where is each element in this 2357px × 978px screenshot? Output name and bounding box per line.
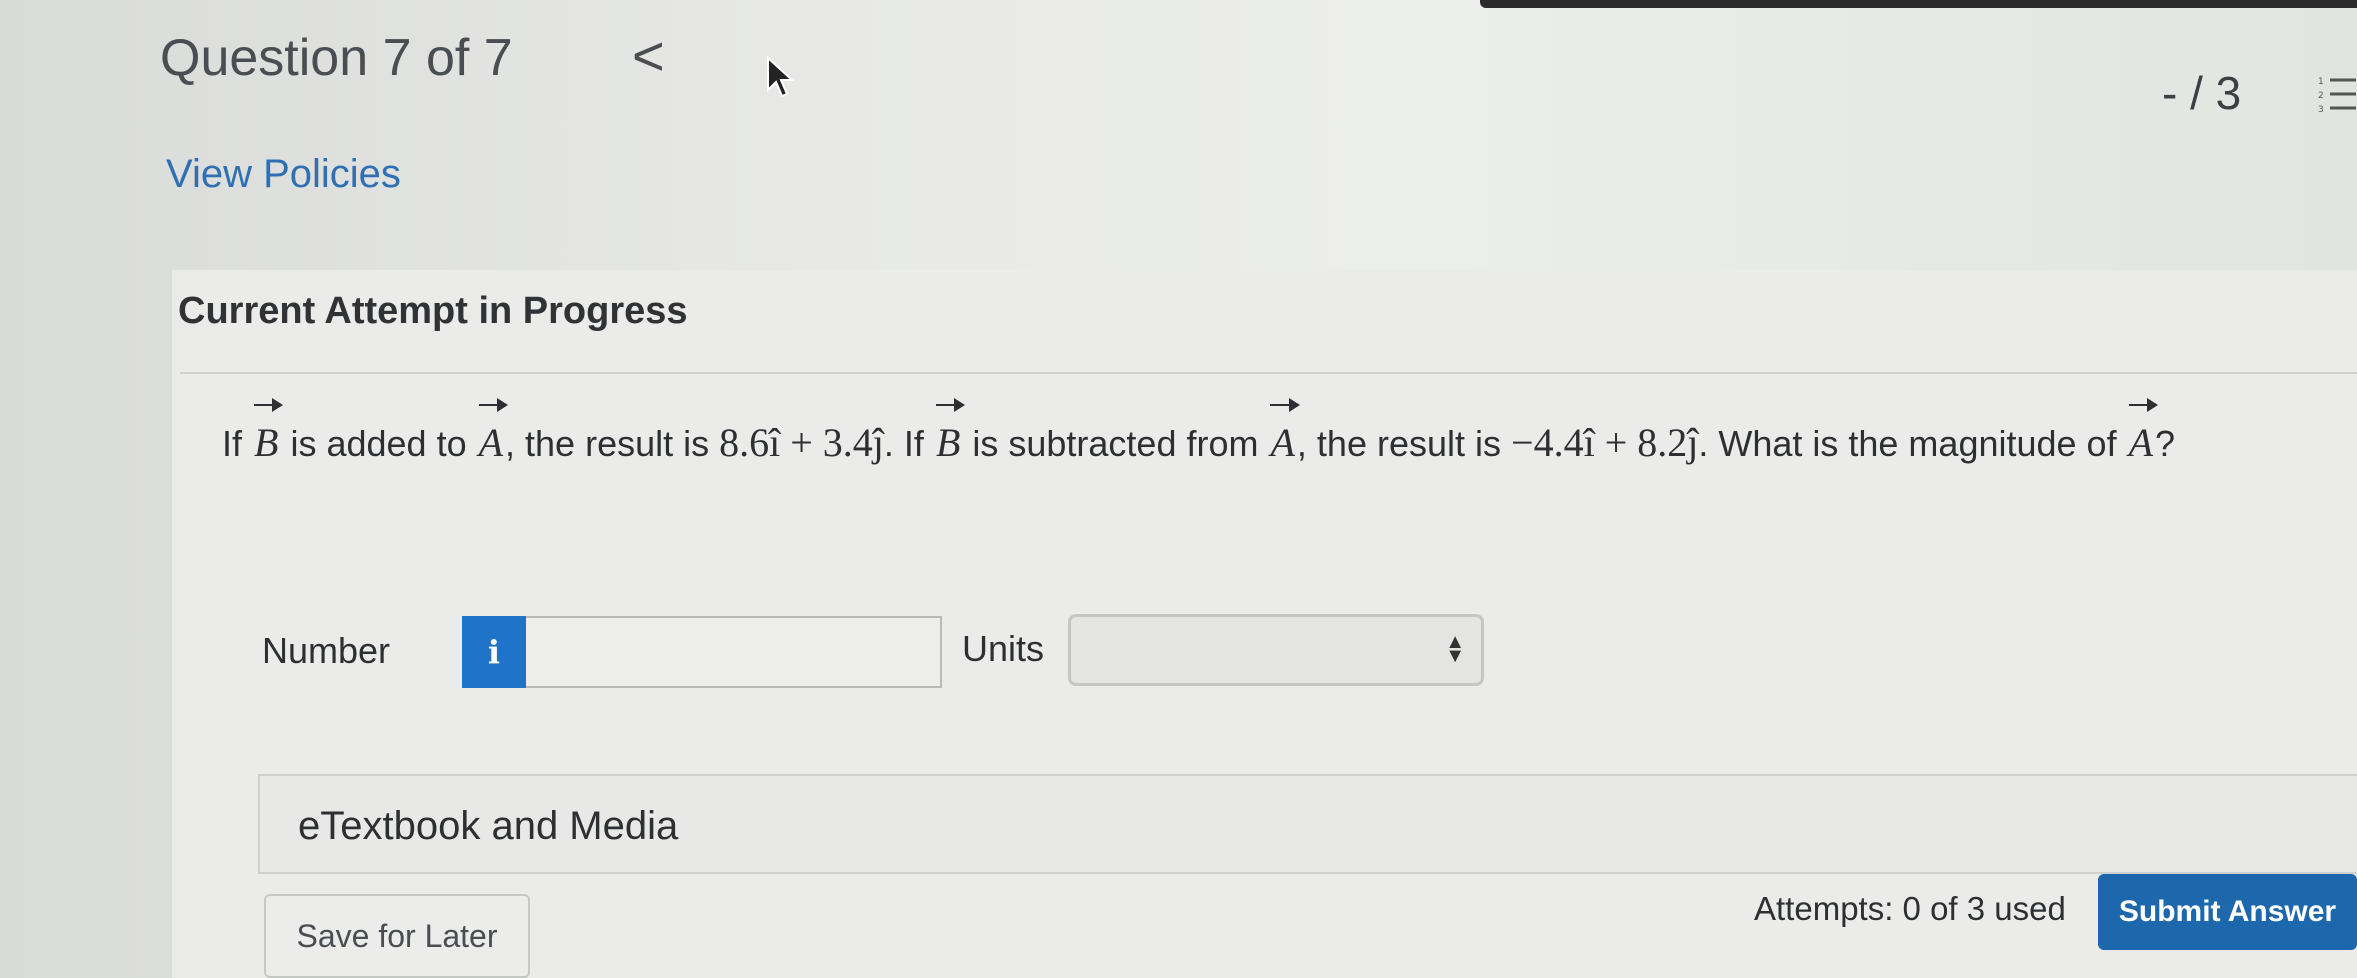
vector-a: A [1268, 398, 1301, 478]
svg-text:1: 1 [2318, 77, 2324, 87]
etextbook-panel[interactable]: eTextbook and Media [258, 774, 2357, 874]
question-text-part: , the result is [505, 423, 720, 464]
vector-b: B [934, 398, 966, 478]
numbered-list-icon[interactable]: 1 2 3 [2316, 74, 2356, 114]
score-display: - / 3 [2162, 67, 2242, 119]
math-sum: 8.6î + 3.4ĵ [719, 420, 884, 465]
number-label: Number [262, 630, 391, 671]
units-select[interactable]: ▲ ▼ [1068, 614, 1484, 686]
window-edge [1480, 0, 2357, 8]
svg-text:2: 2 [2318, 91, 2324, 101]
info-icon[interactable]: i [462, 616, 526, 688]
question-text-part: is added to [280, 423, 477, 464]
question-text-part: . If [883, 423, 934, 464]
attempt-title: Current Attempt in Progress [178, 290, 688, 332]
question-text-part: . What is the magnitude of [1698, 423, 2127, 464]
question-text-part: If [222, 423, 253, 464]
submit-answer-button[interactable]: Submit Answer [2098, 874, 2357, 950]
number-input[interactable] [526, 616, 942, 688]
vector-b: B [252, 398, 284, 478]
view-policies-link[interactable]: View Policies [166, 152, 401, 197]
save-for-later-button[interactable]: Save for Later [264, 894, 530, 978]
question-text: If B is added to A, the result is 8.6î +… [222, 398, 2176, 479]
select-arrows-icon: ▲ ▼ [1445, 631, 1465, 667]
page: Question 7 of 7 < - / 3 1 2 3 View Polic… [0, 0, 2357, 978]
divider [180, 372, 2357, 374]
attempts-counter: Attempts: 0 of 3 used [1754, 890, 2066, 927]
vector-a: A [477, 398, 509, 478]
question-text-part: is subtracted from [962, 423, 1269, 464]
math-difference: −4.4î + 8.2ĵ [1511, 420, 1699, 465]
question-text-part: , the result is [1296, 423, 1512, 464]
svg-text:3: 3 [2318, 105, 2324, 114]
question-text-part: ? [2155, 423, 2176, 464]
units-label: Units [962, 628, 1045, 669]
vector-a: A [2127, 398, 2159, 478]
chevron-left-icon[interactable]: < [632, 28, 665, 84]
etextbook-label: eTextbook and Media [298, 804, 679, 848]
cursor-icon [767, 56, 795, 98]
question-title: Question 7 of 7 [160, 29, 513, 87]
